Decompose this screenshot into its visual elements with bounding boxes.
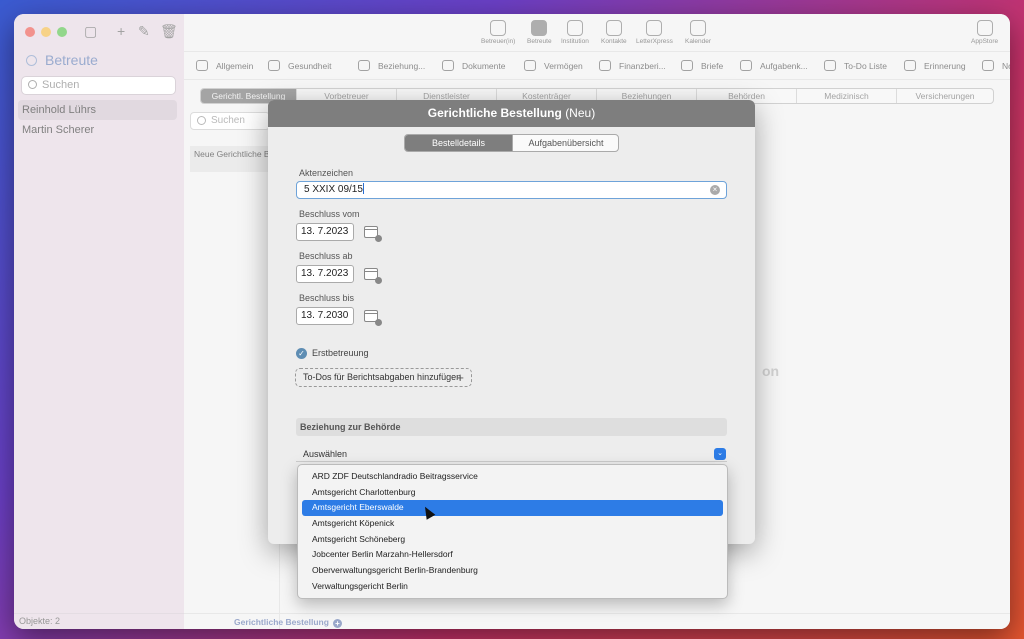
calendar-icon[interactable] [364,310,382,326]
text-caret [362,183,364,194]
segment-bestelldetails[interactable]: Bestelldetails [405,135,512,151]
segment-aufgabenuebersicht[interactable]: Aufgabenübersicht [512,135,618,151]
beschluss-bis-label: Beschluss bis [299,293,355,303]
erstbetreuung-label: Erstbetreuung [312,348,369,358]
dropdown-option-highlighted[interactable]: Amtsgericht Eberswalde [302,500,723,517]
dropdown-option[interactable]: ARD ZDF Deutschlandradio Beitragsservice [302,469,723,485]
aktenzeichen-value: 5 XXIX 09/15 [304,184,363,195]
clear-icon[interactable]: × [710,185,720,195]
dropdown-option[interactable]: Amtsgericht Köpenick [302,516,723,532]
behoerde-select-value: Auswählen [303,449,348,459]
aktenzeichen-label: Aktenzeichen [299,168,354,178]
behoerde-dropdown-menu: ARD ZDF Deutschlandradio Beitragsservice… [297,464,728,599]
beschluss-bis-date[interactable]: 13. 7.2030 [296,307,354,325]
dialog-title-suffix: (Neu) [565,106,596,120]
dropdown-option[interactable]: Jobcenter Berlin Marzahn-Hellersdorf [302,547,723,563]
dropdown-option[interactable]: Oberverwaltungsgericht Berlin-Brandenbur… [302,563,723,579]
chevron-down-icon: ⌄ [714,448,726,460]
calendar-badge-icon [375,235,382,242]
beschluss-vom-date[interactable]: 13. 7.2023 [296,223,354,241]
dialog-title-main: Gerichtliche Bestellung [427,106,562,120]
beschluss-ab-label: Beschluss ab [299,251,353,261]
calendar-icon[interactable] [364,268,382,284]
dropdown-option[interactable]: Verwaltungsgericht Berlin [302,579,723,595]
dialog-title: Gerichtliche Bestellung (Neu) [268,100,755,127]
segmented-control: Bestelldetails Aufgabenübersicht [404,134,619,152]
behoerde-select[interactable]: Auswählen ⌄ [296,446,727,462]
calendar-badge-icon [375,277,382,284]
beschluss-vom-label: Beschluss vom [299,209,360,219]
calendar-icon[interactable] [364,226,382,242]
dropdown-option[interactable]: Amtsgericht Schöneberg [302,532,723,548]
aktenzeichen-input[interactable]: 5 XXIX 09/15 × [296,181,727,199]
beschluss-ab-date[interactable]: 13. 7.2023 [296,265,354,283]
erstbetreuung-checkbox[interactable]: ✓ [296,348,307,359]
add-todos-button[interactable]: To-Dos für Berichtsabgaben hinzufügen + [295,368,472,387]
add-todos-label: To-Dos für Berichtsabgaben hinzufügen [303,372,462,382]
section-header: Beziehung zur Behörde [296,418,727,436]
plus-icon: + [456,370,464,385]
calendar-badge-icon [375,319,382,326]
dropdown-option[interactable]: Amtsgericht Charlottenburg [302,485,723,501]
